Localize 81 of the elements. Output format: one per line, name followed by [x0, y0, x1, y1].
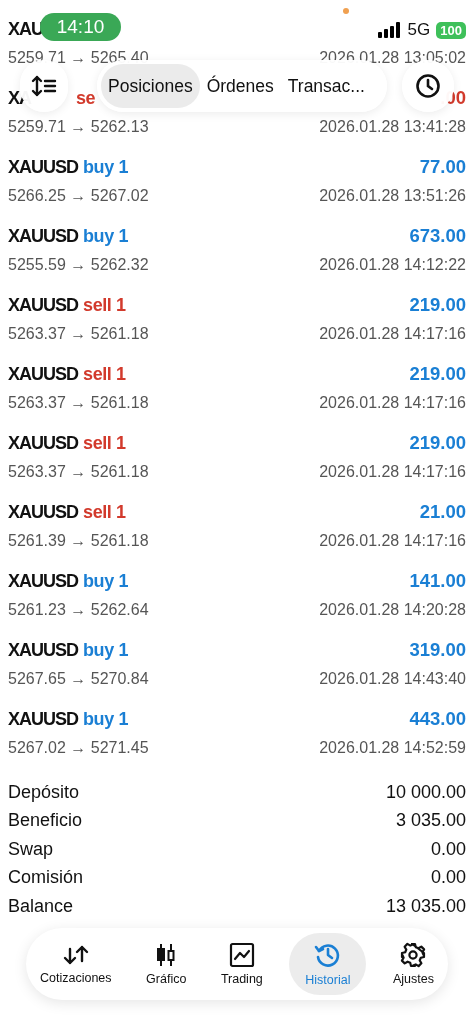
summary-value: 0.00: [430, 838, 466, 860]
trade-time: 2026.01.28 14:12:22: [319, 256, 466, 274]
clock-icon: [415, 73, 441, 99]
arrows-icon: [61, 943, 90, 967]
tab[interactable]: Transac...: [280, 64, 372, 108]
price-range: 5259.71 → 5265.40: [8, 49, 149, 67]
price-range: 5263.37 → 5261.18: [8, 325, 149, 343]
trade-time: 2026.01.28 14:17:16: [319, 394, 466, 412]
history-icon: [313, 941, 342, 969]
summary-label: Depósito: [8, 781, 80, 803]
trade-side: buy 1: [83, 708, 129, 730]
price-range: 5259.71 → 5262.13: [8, 118, 149, 136]
trade-time: 2026.01.28 14:17:16: [319, 325, 466, 343]
price-range: 5261.39 → 5261.18: [8, 532, 149, 550]
profit-value: 77.00: [419, 156, 466, 178]
symbol-label: XAUUSD: [8, 432, 78, 454]
nav-item[interactable]: Cotizaciones: [32, 933, 120, 995]
summary-value: 3 035.00: [395, 810, 466, 832]
trade-side: buy 1: [83, 156, 129, 178]
trade-time: 2026.01.28 13:51:26: [319, 187, 466, 205]
trade-time: 2026.01.28 13:41:28: [319, 118, 466, 136]
profit-value: .00: [440, 87, 466, 109]
symbol-label: XAUUSD: [8, 708, 78, 730]
trade-side: buy 1: [83, 225, 129, 247]
battery-icon: 100: [436, 21, 466, 39]
summary-value: 13 035.00: [385, 895, 466, 917]
indicator-dot: [343, 8, 349, 14]
summary-label: Beneficio: [8, 810, 83, 832]
nav-item[interactable]: Gráfico: [138, 933, 195, 995]
symbol-label: XAUUSD: [8, 225, 78, 247]
symbol-label: XAUUSD: [8, 570, 78, 592]
trade-side: buy 1: [83, 639, 129, 661]
network-label: 5G: [407, 20, 431, 40]
profit-value: 443.00: [409, 708, 466, 730]
symbol-label: XA: [8, 87, 33, 109]
trade-side: buy 1: [83, 570, 129, 592]
symbol-label: XAUUSD: [8, 363, 78, 385]
nav-item[interactable]: Historial: [289, 933, 367, 995]
summary-label: Comisión: [8, 867, 84, 889]
symbol-label: XAUUSD: [8, 156, 78, 178]
sort-icon: [31, 75, 57, 97]
price-range: 5263.37 → 5261.18: [8, 463, 149, 481]
price-range: 5266.25 → 5267.02: [8, 187, 149, 205]
trade-time: 2026.01.28 13:05:02: [319, 49, 466, 67]
tab[interactable]: Posiciones: [101, 64, 200, 108]
profit-value: 141.00: [409, 570, 466, 592]
trade-side: se: [76, 87, 96, 109]
trade-time: 2026.01.28 14:17:16: [319, 532, 466, 550]
symbol-label: XAUUSD: [8, 501, 78, 523]
candlestick-icon: [155, 942, 178, 968]
tab[interactable]: Órdenes: [199, 64, 281, 108]
nav-item[interactable]: Trading: [212, 933, 271, 995]
price-range: 5267.02 → 5271.45: [8, 739, 149, 757]
trade-time: 2026.01.28 14:52:59: [319, 739, 466, 757]
profit-value: 673.00: [409, 225, 466, 247]
line-chart-icon: [228, 942, 255, 968]
signal-icon: [377, 22, 402, 38]
profit-value: 21.00: [419, 501, 466, 523]
price-range: 5255.59 → 5262.32: [8, 256, 149, 274]
summary-value: 10 000.00: [385, 781, 466, 803]
profit-value: 319.00: [409, 639, 466, 661]
profit-value: 219.00: [409, 363, 466, 385]
price-range: 5261.23 → 5262.64: [8, 601, 149, 619]
trade-side: sell 1: [83, 432, 126, 454]
symbol-label: XAUUSD: [8, 294, 78, 316]
price-range: 5267.65 → 5270.84: [8, 670, 149, 688]
trade-side: sell 1: [83, 501, 126, 523]
summary-value: 0.00: [430, 867, 466, 889]
summary-label: Balance: [8, 895, 74, 917]
price-range: 5263.37 → 5261.18: [8, 394, 149, 412]
trade-time: 2026.01.28 14:20:28: [319, 601, 466, 619]
profit-value: 219.00: [409, 294, 466, 316]
nav-item[interactable]: Ajustes: [384, 933, 442, 995]
trade-time: 2026.01.28 14:43:40: [319, 670, 466, 688]
profit-value: 219.00: [409, 432, 466, 454]
settings-icon: [400, 942, 427, 968]
trade-time: 2026.01.28 14:17:16: [319, 463, 466, 481]
trade-side: sell 1: [83, 294, 126, 316]
symbol-label: XAUUSD: [8, 639, 78, 661]
summary-label: Swap: [8, 838, 54, 860]
trade-side: sell 1: [83, 363, 126, 385]
